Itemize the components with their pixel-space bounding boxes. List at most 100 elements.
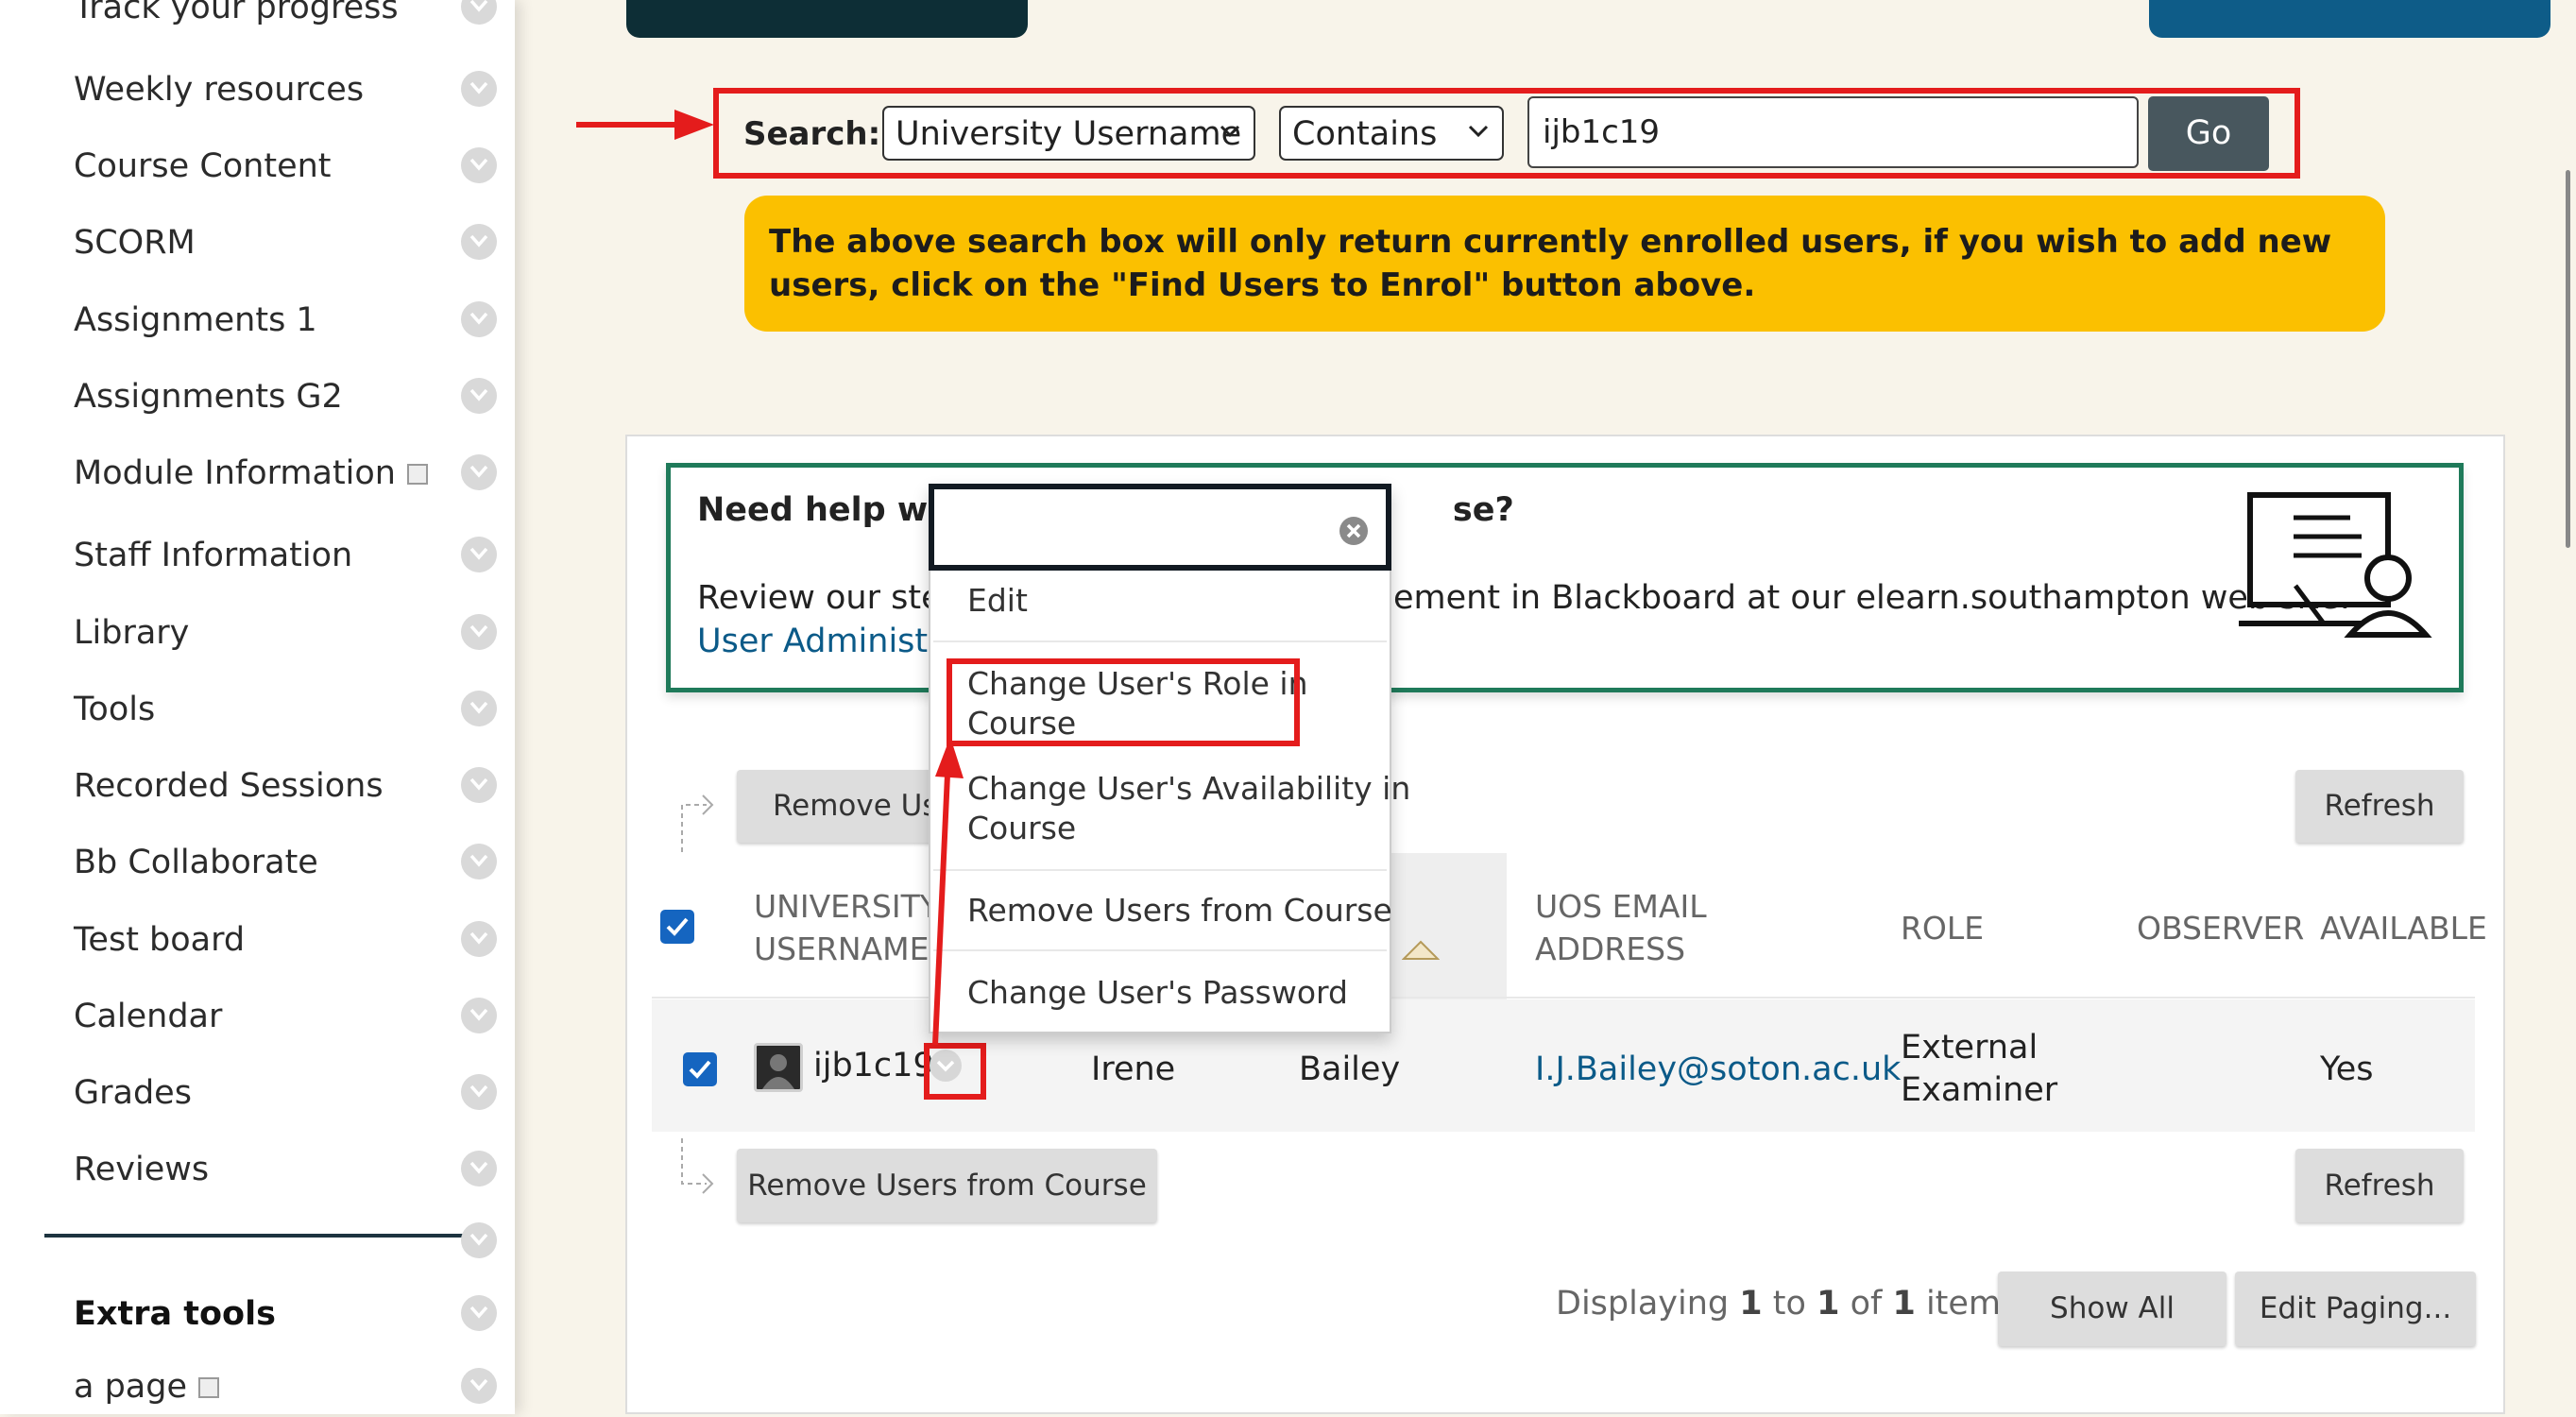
user-administration-link[interactable]: User Administra: [697, 623, 962, 660]
extra-tools-label: Extra tools: [74, 1295, 276, 1333]
menu-item-change-availability[interactable]: Change User's Availability in Course: [967, 769, 1410, 848]
sidebar-item-staff-information[interactable]: Staff Information: [74, 529, 499, 586]
sidebar-item-text: Track your progress: [74, 0, 399, 26]
chevron-down-icon[interactable]: [461, 1222, 497, 1258]
sidebar-item-label: Reviews: [74, 1151, 209, 1188]
search-label: Search:: [743, 115, 881, 153]
header-text: UOS EMAIL: [1535, 888, 1707, 925]
paging-to: 1: [1817, 1285, 1840, 1323]
edit-paging-button[interactable]: Edit Paging...: [2235, 1272, 2476, 1346]
menu-item-text: Course: [967, 810, 1077, 846]
sidebar-item-scorm[interactable]: SCORM: [74, 216, 499, 273]
sidebar-item-bb-collaborate[interactable]: Bb Collaborate: [74, 836, 499, 893]
remove-users-button-bottom[interactable]: Remove Users from Course: [737, 1149, 1157, 1222]
sidebar-item-text: Recorded Sessions: [74, 767, 384, 805]
sidebar-item-assignments-1[interactable]: Assignments 1: [74, 294, 499, 350]
row-select-checkbox[interactable]: [683, 1052, 717, 1086]
search-field-select-value: University Username: [896, 115, 1242, 153]
sidebar-item-track-your-progress[interactable]: Track your progress: [74, 0, 499, 38]
sidebar-item-text: Module Information: [74, 454, 396, 492]
chevron-down-icon[interactable]: [461, 1368, 497, 1404]
sidebar-item-grades[interactable]: Grades: [74, 1067, 499, 1123]
remove-users-button-top[interactable]: Remove Use: [737, 770, 935, 843]
menu-divider: [933, 869, 1387, 871]
sidebar-item-text: Weekly resources: [74, 71, 365, 109]
clear-icon[interactable]: [1339, 517, 1368, 545]
sidebar-item-label: Test board: [74, 921, 245, 959]
header-observer[interactable]: OBSERVER: [2137, 907, 2304, 949]
sidebar-item-label: Track your progress: [74, 0, 399, 26]
search-operator-select[interactable]: Contains: [1279, 106, 1504, 161]
sidebar-item-calendar[interactable]: Calendar: [74, 990, 499, 1047]
chevron-down-icon[interactable]: [461, 691, 497, 726]
help-document-icon: [2239, 492, 2432, 638]
chevron-down-icon[interactable]: [461, 1074, 497, 1110]
sidebar-item-text: Assignments 1: [74, 301, 317, 339]
top-action-button-dark[interactable]: [626, 0, 1028, 38]
menu-item-change-password[interactable]: Change User's Password: [967, 973, 1348, 1013]
chevron-down-icon[interactable]: [461, 921, 497, 957]
external-link-icon: [198, 1377, 219, 1398]
refresh-button-top[interactable]: Refresh: [2295, 770, 2464, 843]
chevron-down-icon[interactable]: [461, 537, 497, 572]
annotation-arrow-icon: [932, 737, 964, 1046]
chevron-down-icon[interactable]: [461, 147, 497, 183]
sidebar-item-tools[interactable]: Tools: [74, 683, 499, 740]
chevron-down-icon[interactable]: [461, 454, 497, 490]
sidebar-item-course-content[interactable]: Course Content: [74, 140, 499, 196]
chevron-down-icon[interactable]: [461, 844, 497, 879]
go-button[interactable]: Go: [2148, 96, 2269, 171]
select-all-checkbox[interactable]: [660, 910, 694, 944]
page-scrollbar[interactable]: [2566, 170, 2570, 548]
chevron-down-icon[interactable]: [461, 0, 497, 25]
chevron-down-icon[interactable]: [461, 224, 497, 260]
sidebar-item-label: Assignments 1: [74, 301, 317, 339]
refresh-button-bottom[interactable]: Refresh: [2295, 1149, 2464, 1222]
chevron-down-icon[interactable]: [461, 71, 497, 107]
sidebar-item-text: Reviews: [74, 1151, 210, 1188]
chevron-down-icon[interactable]: [461, 614, 497, 650]
chevron-down-icon[interactable]: [461, 998, 497, 1033]
menu-item-remove-users[interactable]: Remove Users from Course: [967, 891, 1392, 930]
menu-divider: [933, 949, 1387, 951]
menu-filter-input[interactable]: [929, 484, 1391, 571]
sidebar-item-assignments-g2[interactable]: Assignments G2: [74, 370, 499, 427]
sidebar-item-label: Calendar: [74, 998, 222, 1035]
chevron-down-icon[interactable]: [461, 1151, 497, 1187]
chevron-down-icon[interactable]: [461, 1295, 497, 1331]
sidebar-item-library[interactable]: Library: [74, 606, 499, 663]
chevron-down-icon[interactable]: [461, 767, 497, 803]
menu-item-text: Change User's Availability in: [967, 770, 1411, 807]
header-available[interactable]: AVAILABLE: [2320, 907, 2487, 949]
menu-item-edit[interactable]: Edit: [967, 581, 1028, 621]
row-options-highlight: [924, 1043, 986, 1100]
header-uos-email[interactable]: UOS EMAIL ADDRESS: [1535, 885, 1707, 970]
sidebar-item-weekly-resources[interactable]: Weekly resources: [74, 63, 499, 120]
paging-status: Displaying 1 to 1 of 1 items: [1556, 1285, 2018, 1323]
chevron-down-icon: [1468, 125, 1489, 138]
avatar: [754, 1043, 803, 1092]
sidebar-item-label: SCORM: [74, 224, 196, 262]
sidebar-item-test-board[interactable]: Test board: [74, 913, 499, 970]
show-all-button[interactable]: Show All: [1998, 1272, 2226, 1346]
header-role[interactable]: ROLE: [1901, 907, 1984, 949]
cell-last-name: Bailey: [1299, 1050, 1401, 1088]
sidebar-item-text: Assignments G2: [74, 378, 343, 416]
search-field-select[interactable]: University Username: [882, 106, 1255, 161]
sidebar-item-reviews[interactable]: Reviews: [74, 1143, 499, 1200]
sidebar-item-label: Library: [74, 614, 189, 652]
search-input[interactable]: [1527, 96, 2139, 168]
cell-role: External Examiner: [1901, 1027, 2057, 1112]
sidebar-item-recorded-sessions[interactable]: Recorded Sessions: [74, 760, 499, 816]
chevron-down-icon[interactable]: [461, 378, 497, 414]
sidebar-item-label: Weekly resources: [74, 71, 364, 109]
sidebar-divider: [44, 1234, 463, 1238]
chevron-down-icon[interactable]: [461, 301, 497, 337]
help-text-right: ement in Blackboard at our elearn.southa…: [1393, 579, 2351, 617]
sidebar-item-a-page[interactable]: a page: [74, 1360, 499, 1417]
chevron-down-icon: [1220, 125, 1240, 138]
sidebar-item-module-information[interactable]: Module Information: [74, 447, 499, 504]
top-action-button-blue[interactable]: [2149, 0, 2550, 38]
cell-email-link[interactable]: I.J.Bailey@soton.ac.uk: [1535, 1049, 1901, 1091]
annotation-arrow-icon: [576, 110, 714, 140]
